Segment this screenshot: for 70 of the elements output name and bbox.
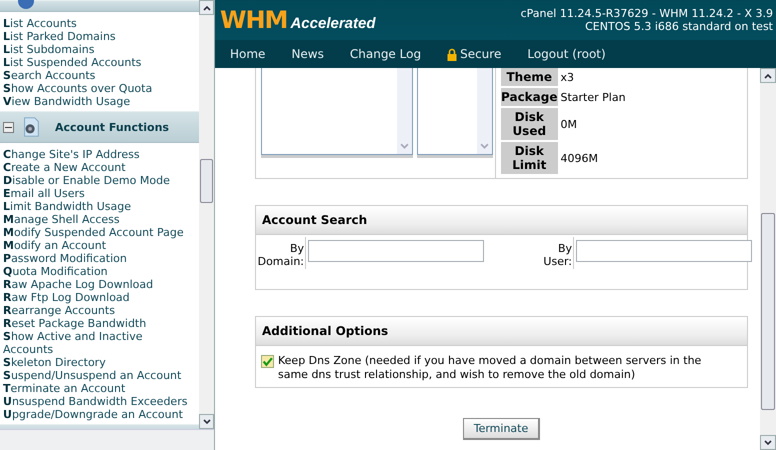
sidebar-link[interactable]: Quota Modification [0,265,108,278]
nav-link[interactable]: Home [230,47,266,61]
sidebar-link[interactable]: Suspend/Unsuspend an Account [0,369,182,382]
sidebar-link[interactable]: Search Accounts [0,69,96,82]
field-label: By Domain: [256,237,306,269]
input-field[interactable] [576,240,752,262]
sidebar-link[interactable]: Modify Suspended Account Page [0,226,184,239]
chevron-down-icon [764,438,772,446]
sidebar-link[interactable]: Skeleton Directory [0,356,106,369]
terminate-button[interactable]: Terminate [462,418,540,440]
info-label: Theme [501,68,558,86]
info-label: Disk Used [501,108,558,140]
sidebar-link[interactable]: List Subdomains [0,43,94,56]
section-title[interactable]: Account Functions [55,120,169,134]
version-text: cPanel 11.24.5-R37629 - WHM 11.24.2 - X 3.9 [520,7,773,20]
scrollbar[interactable] [760,68,776,450]
panel-title: Account Search [256,206,747,235]
list-box[interactable] [261,68,413,155]
sidebar-link[interactable]: Create a New Account [0,161,126,174]
sidebar-link[interactable]: Rearrange Accounts [0,304,115,317]
logo-text: WHM [220,6,288,34]
lock-icon [447,48,458,60]
chevron-down-icon [202,418,210,426]
scroll-down-button[interactable] [199,414,214,429]
info-label: Disk Limit [501,142,558,174]
scroll-up-button[interactable] [760,68,776,83]
info-value: x3 [560,70,576,86]
sidebar-link[interactable]: Raw Apache Log Download [0,278,154,291]
nav-link[interactable]: Change Log [350,47,422,61]
field-label: By User: [534,237,574,269]
panel-title: Additional Options [256,317,747,346]
sidebar-link[interactable]: List Parked Domains [0,30,116,43]
sidebar-link[interactable]: Manage Shell Access [0,213,120,226]
sidebar-link[interactable]: List Suspended Accounts [0,56,142,69]
sidebar-link[interactable]: Reset Package Bandwidth [0,317,146,330]
collapse-toggle[interactable] [3,122,14,132]
info-value: 4096M [560,150,599,166]
logo-subtitle: Accelerated [290,15,376,32]
nav-link[interactable]: Secure [447,47,502,61]
sidebar-link[interactable]: Modify an Account [0,239,106,252]
horizontal-scrollbar[interactable] [0,429,214,450]
sidebar-link[interactable]: Limit Bandwidth Usage [0,200,131,213]
sidebar-link[interactable]: Raw Ftp Log Download [0,291,130,304]
scroll-up-button[interactable] [199,0,214,15]
version-text: CENTOS 5.3 i686 standard on test [585,20,773,33]
info-label: Package [501,88,558,106]
scroll-thumb[interactable] [761,213,775,410]
scrollbar[interactable] [199,0,214,429]
sidebar-link[interactable]: Disable or Enable Demo Mode [0,174,170,187]
info-value: 0M [560,116,578,132]
sidebar-link[interactable]: Show Accounts over Quota [0,82,152,95]
info-value: Starter Plan [560,90,627,106]
sidebar-link[interactable]: Change Site's IP Address [0,148,140,161]
input-field[interactable] [308,240,484,262]
sidebar-link[interactable]: Upgrade/Downgrade an Account [0,408,183,421]
scroll-down-button[interactable] [760,435,776,450]
list-box[interactable] [417,68,493,155]
checkbox[interactable] [261,355,274,368]
sidebar-link[interactable]: Email all Users [0,187,85,200]
sidebar-link[interactable]: List Accounts [0,17,77,30]
sidebar-link[interactable]: View Bandwidth Usage [0,95,130,108]
scroll-thumb[interactable] [200,159,213,203]
chevron-up-icon [202,4,210,12]
option-label: Keep Dns Zone (needed if you have moved a domain between servers in the same dns trust relationship, and wish to remove the old domain) [278,354,702,382]
sidebar-link[interactable]: Terminate an Account [0,382,126,395]
sidebar-link[interactable]: Unsuspend Bandwidth Exceeders [0,395,188,408]
nav-link[interactable]: News [291,47,324,61]
nav-link[interactable]: Logout (root) [527,47,606,61]
chevron-up-icon [764,72,772,80]
sidebar-link[interactable]: Password Modification [0,252,127,265]
